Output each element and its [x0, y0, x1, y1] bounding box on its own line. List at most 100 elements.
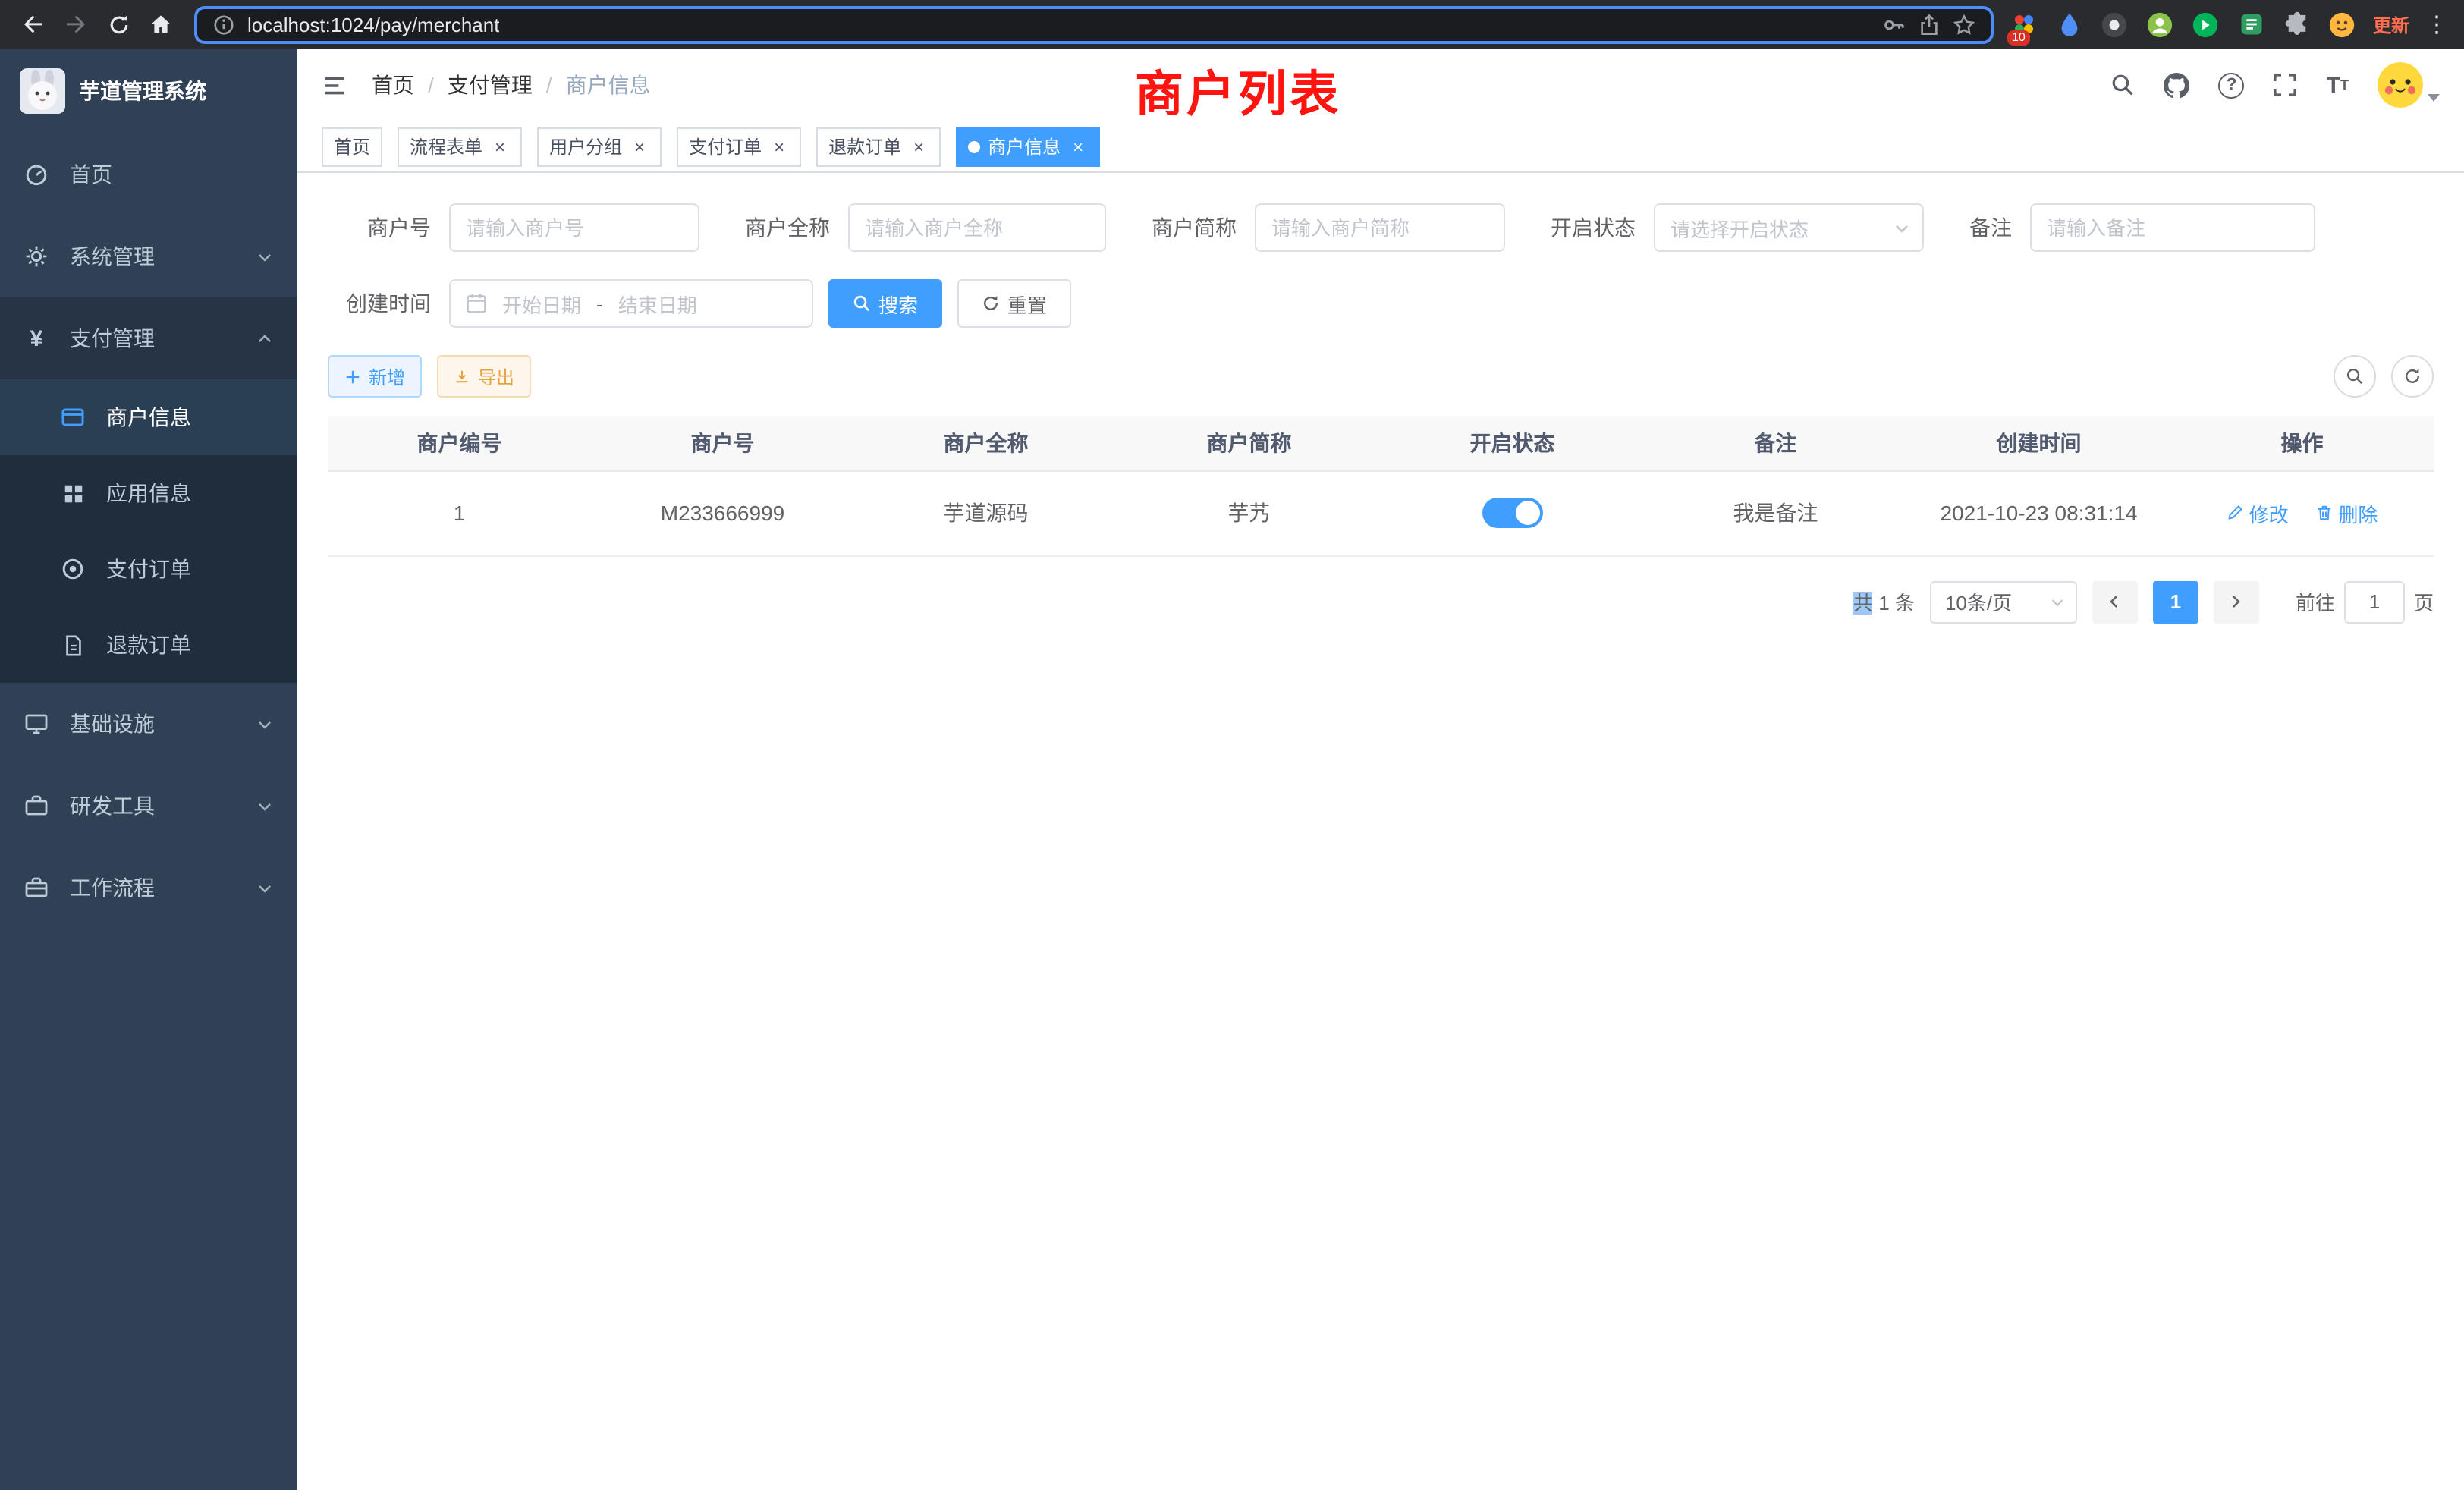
- page-size-select[interactable]: 10条/页: [1930, 580, 2077, 623]
- tab-label: 用户分组: [549, 134, 622, 159]
- extension-notes-icon[interactable]: [2233, 6, 2270, 42]
- app-logo[interactable]: 芋道管理系统: [0, 49, 297, 134]
- yen-icon: ¥: [24, 326, 49, 350]
- chrome-update-button[interactable]: 更新: [2361, 11, 2422, 37]
- close-icon[interactable]: ×: [490, 137, 510, 156]
- breadcrumb-section[interactable]: 支付管理: [448, 70, 533, 100]
- remark-input[interactable]: [2030, 203, 2315, 252]
- sidebar-menu: 首页 系统管理 ¥ 支付管理: [0, 134, 297, 929]
- user-menu[interactable]: [2378, 62, 2440, 108]
- sidebar-item-pay-order[interactable]: 支付订单: [0, 531, 297, 607]
- full-name-input[interactable]: [848, 203, 1106, 252]
- breadcrumb-home[interactable]: 首页: [372, 70, 414, 100]
- add-button[interactable]: 新增: [328, 355, 422, 398]
- tab-label: 流程表单: [410, 134, 482, 159]
- extension-puzzle-icon[interactable]: [2279, 6, 2315, 42]
- column-header: 商户全称: [854, 416, 1117, 470]
- tab-label: 退款订单: [828, 134, 901, 159]
- extension-drop-icon[interactable]: [2051, 6, 2088, 42]
- short-name-input[interactable]: [1255, 203, 1505, 252]
- tab-refund-order[interactable]: 退款订单 ×: [816, 127, 941, 166]
- search-button[interactable]: 搜索: [828, 279, 942, 328]
- sidebar-item-merchant-info[interactable]: 商户信息: [0, 379, 297, 455]
- column-header: 商户号: [591, 416, 854, 470]
- extension-face-icon[interactable]: [2324, 6, 2361, 42]
- header-search-icon[interactable]: [2111, 73, 2136, 97]
- breadcrumb-current: 商户信息: [566, 70, 651, 100]
- share-icon[interactable]: [1918, 13, 1941, 36]
- cell-full-name: 芋道源码: [854, 470, 1117, 555]
- sidebar-item-workflow[interactable]: 工作流程: [0, 847, 297, 929]
- url-text[interactable]: localhost:1024/pay/merchant: [247, 13, 499, 36]
- password-key-icon[interactable]: [1883, 13, 1906, 36]
- extension-dots-icon[interactable]: 10: [2006, 6, 2042, 42]
- status-toggle[interactable]: [1482, 498, 1543, 528]
- document-icon: [61, 633, 85, 657]
- tab-flow-form[interactable]: 流程表单 ×: [398, 127, 522, 166]
- breadcrumb: 首页 / 支付管理 / 商户信息: [372, 70, 651, 100]
- tab-label: 支付订单: [689, 134, 762, 159]
- goto-page-input[interactable]: [2344, 580, 2405, 623]
- close-icon[interactable]: ×: [769, 137, 789, 156]
- sidebar: 芋道管理系统 首页 系统管理: [0, 49, 297, 1490]
- table-row: 1 M233666999 芋道源码 芋艿 我是备注 2021-10-23 08:…: [328, 470, 2434, 555]
- delete-button[interactable]: 删除: [2315, 498, 2378, 527]
- column-header: 备注: [1644, 416, 1907, 470]
- active-dot: [968, 140, 980, 152]
- prev-page-button[interactable]: [2092, 580, 2138, 623]
- home-icon[interactable]: [140, 3, 182, 46]
- back-icon[interactable]: [12, 3, 55, 46]
- sidebar-item-refund-order[interactable]: 退款订单: [0, 607, 297, 683]
- tab-user-group[interactable]: 用户分组 ×: [537, 127, 662, 166]
- sidebar-item-infrastructure[interactable]: 基础设施: [0, 683, 297, 765]
- refresh-table-button[interactable]: [2391, 355, 2434, 398]
- grid-icon: [61, 481, 85, 505]
- extension-dark-icon[interactable]: [2097, 6, 2133, 42]
- page-number-button[interactable]: 1: [2153, 580, 2198, 623]
- column-header: 创建时间: [1907, 416, 2170, 470]
- site-info-icon[interactable]: [212, 13, 235, 36]
- create-time-label: 创建时间: [328, 288, 431, 319]
- fullscreen-icon[interactable]: [2274, 73, 2298, 97]
- tab-home[interactable]: 首页: [322, 127, 382, 166]
- status-select[interactable]: 请选择开启状态: [1654, 203, 1924, 252]
- chevron-down-icon: [256, 248, 273, 265]
- tab-merchant-info[interactable]: 商户信息 ×: [956, 127, 1100, 166]
- url-bar[interactable]: localhost:1024/pay/merchant: [194, 5, 1994, 43]
- github-icon[interactable]: [2164, 72, 2190, 98]
- sidebar-item-system[interactable]: 系统管理: [0, 215, 297, 297]
- toggle-search-button[interactable]: [2334, 355, 2376, 398]
- status-label: 开启状态: [1551, 212, 1636, 243]
- extension-avatar-icon[interactable]: [2142, 6, 2179, 42]
- chrome-menu-icon[interactable]: ⋮: [2422, 11, 2452, 38]
- close-icon[interactable]: ×: [909, 137, 929, 156]
- cell-create-time: 2021-10-23 08:31:14: [1907, 470, 2170, 555]
- date-end-placeholder: 结束日期: [618, 289, 697, 318]
- avatar[interactable]: [2378, 62, 2423, 108]
- help-icon[interactable]: ?: [2219, 72, 2245, 98]
- tab-pay-order[interactable]: 支付订单 ×: [677, 127, 801, 166]
- sidebar-item-devtools[interactable]: 研发工具: [0, 765, 297, 847]
- sidebar-item-home[interactable]: 首页: [0, 134, 297, 215]
- dashboard-icon: [24, 162, 49, 187]
- close-icon[interactable]: ×: [1068, 137, 1088, 156]
- hamburger-icon[interactable]: [322, 72, 347, 98]
- font-size-icon[interactable]: TT: [2327, 74, 2349, 96]
- extension-green-icon[interactable]: [2188, 6, 2224, 42]
- sidebar-item-app-info[interactable]: 应用信息: [0, 455, 297, 531]
- export-button[interactable]: 导出: [437, 355, 531, 398]
- next-page-button[interactable]: [2214, 580, 2259, 623]
- bookmark-star-icon[interactable]: [1953, 13, 1975, 36]
- browser-toolbar: localhost:1024/pay/merchant 10: [0, 0, 2464, 49]
- sidebar-item-payment[interactable]: ¥ 支付管理: [0, 297, 297, 379]
- reload-icon[interactable]: [97, 3, 140, 46]
- reset-button[interactable]: 重置: [957, 279, 1071, 328]
- forward-icon[interactable]: [55, 3, 97, 46]
- merchant-no-input[interactable]: [449, 203, 699, 252]
- status-select-placeholder: 请选择开启状态: [1670, 213, 1809, 242]
- merchant-table: 商户编号 商户号 商户全称 商户简称 开启状态 备注 创建时间 操作 1: [328, 416, 2434, 556]
- close-icon[interactable]: ×: [630, 137, 649, 156]
- edit-button[interactable]: 修改: [2227, 498, 2289, 527]
- merchant-no-label: 商户号: [328, 212, 431, 243]
- create-time-range-picker[interactable]: 开始日期 - 结束日期: [449, 279, 813, 328]
